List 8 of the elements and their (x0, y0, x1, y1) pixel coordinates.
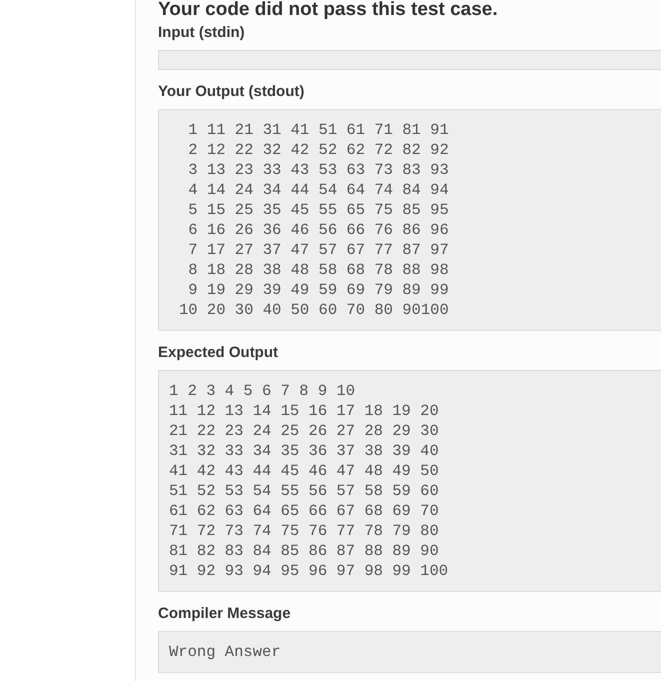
result-heading: Your code did not pass this test case. (158, 0, 499, 20)
output-box: Wrong Answer (158, 631, 661, 673)
section-label: Expected Output (158, 344, 280, 362)
section-label: Input (stdin) (158, 24, 246, 42)
output-box: 1 2 3 4 5 6 7 8 9 10 11 12 13 14 15 16 17 18 19 20 21 22 23 24 25 26 27 28 29 30 31 32 33 34 35 36 37 38 39 40 41 42 43 44 45 46 47 48 49 50 51 52 53 54 55 56 57 58 59 60 61 62 63 64 65 66 67 68 69 70 71 72 73 74 75 76 77 78 79 80 81 82 83 84 85 86 87 88 89 90 91 92 93 94 95 96 97 98 99 100 (158, 370, 661, 592)
output-box: 1 11 21 31 41 51 61 71 81 91 2 12 22 32 42 52 62 72 82 92 3 13 23 33 43 53 63 73 83 93 4 14 24 34 44 54 64 74 84 94 5 15 25 35 45 55 65 75 85 95 6 16 26 36 46 56 66 76 86 96 7 17 27 37 47 57 67 77 87 97 8 18 28 38 48 58 68 78 88 98 9 19 29 39 49 59 69 79 89 99 10 20 30 40 50 60 70 80 90100 (158, 109, 661, 331)
section-label: Compiler Message (158, 605, 292, 623)
section-label: Your Output (stdout) (158, 83, 306, 101)
